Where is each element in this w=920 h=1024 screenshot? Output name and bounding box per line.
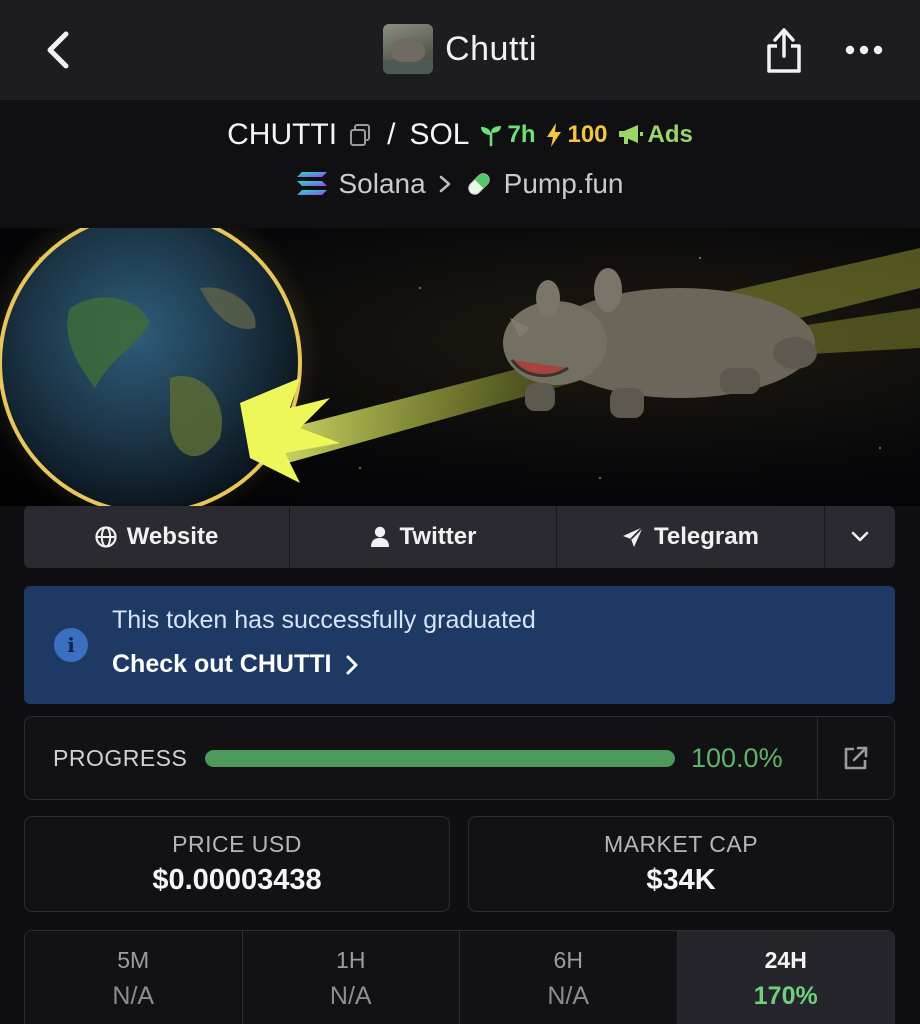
pair-base-symbol: CHUTTI — [227, 118, 338, 151]
age-badge: 7h — [479, 121, 535, 149]
copy-address-button[interactable] — [347, 122, 373, 148]
lightning-icon — [547, 123, 562, 147]
market-cap-card: MARKET CAP $34K — [468, 816, 894, 912]
chain-network-label: Solana — [338, 168, 426, 199]
dex-label: Pump.fun — [503, 168, 624, 199]
age-value: 7h — [507, 121, 536, 148]
twitter-link-button[interactable]: Twitter — [290, 506, 557, 568]
external-link-button[interactable] — [825, 735, 887, 781]
share-button[interactable] — [760, 24, 808, 76]
solana-icon — [297, 172, 328, 195]
tab-24h-value: 170% — [753, 982, 818, 1010]
dex-link[interactable]: Pump.fun — [464, 168, 624, 200]
globe-icon — [95, 526, 117, 548]
social-links-bar: Website Twitter Telegram — [24, 506, 895, 568]
chevron-right-icon — [346, 655, 358, 674]
tab-1h[interactable]: 1H N/A — [243, 931, 460, 1024]
tab-6h-value: N/A — [547, 982, 590, 1010]
ads-label: Ads — [647, 121, 693, 148]
copy-icon — [350, 124, 371, 146]
website-link-label: Website — [126, 523, 219, 550]
info-cta-link[interactable]: Check out CHUTTI — [112, 650, 359, 679]
ads-badge[interactable]: Ads — [618, 121, 693, 149]
megaphone-icon — [618, 125, 643, 144]
user-icon — [370, 526, 389, 547]
token-avatar — [383, 24, 434, 74]
telegram-link-button[interactable]: Telegram — [557, 506, 825, 568]
timeframe-change-tabs: 5M N/A 1H N/A 6H N/A 24H 170% — [24, 930, 895, 1024]
pill-icon — [467, 173, 490, 195]
nav-title: Chutti — [445, 29, 537, 68]
ellipsis-icon — [845, 45, 883, 55]
market-cap-label: MARKET CAP — [603, 831, 759, 857]
chain-breadcrumb: Solana Pump.fun — [0, 168, 920, 200]
chevron-right-icon — [439, 175, 450, 193]
token-banner-image — [0, 228, 920, 506]
info-icon: i — [54, 628, 88, 662]
send-icon — [623, 526, 644, 547]
website-link-button[interactable]: Website — [24, 506, 290, 568]
chevron-down-icon — [851, 531, 869, 542]
more-links-dropdown[interactable] — [825, 506, 895, 568]
info-message: This token has successfully graduated — [112, 606, 536, 634]
share-icon — [767, 28, 801, 73]
external-link-icon — [844, 746, 868, 770]
pair-quote-symbol: SOL — [409, 118, 470, 151]
more-options-button[interactable] — [840, 30, 888, 70]
boost-badge[interactable]: 100 — [545, 121, 608, 149]
tab-1h-label: 1H — [336, 947, 366, 973]
tab-6h-label: 6H — [553, 947, 583, 973]
seedling-icon — [481, 126, 502, 147]
pair-row: CHUTTI / SOL 7h 100 Ads — [0, 118, 920, 152]
tab-5m-value: N/A — [112, 982, 155, 1010]
tab-6h[interactable]: 6H N/A — [460, 931, 678, 1024]
price-usd-card: PRICE USD $0.00003438 — [24, 816, 450, 912]
info-cta-label: Check out CHUTTI — [112, 650, 332, 678]
progress-value: 100.0% — [691, 743, 783, 773]
progress-bar-fill — [205, 750, 675, 767]
top-nav-bar: Chutti — [0, 0, 920, 100]
progress-label: PROGRESS — [53, 745, 188, 771]
pair-separator: / — [387, 118, 396, 151]
twitter-link-label: Twitter — [399, 523, 477, 550]
boost-value: 100 — [567, 121, 608, 148]
price-usd-label: PRICE USD — [172, 831, 302, 857]
tab-5m-label: 5M — [117, 947, 150, 973]
tab-1h-value: N/A — [329, 982, 372, 1010]
chain-network-link[interactable]: Solana — [296, 168, 426, 200]
tab-24h[interactable]: 24H 170% — [677, 931, 894, 1024]
tab-5m[interactable]: 5M N/A — [25, 931, 243, 1024]
price-usd-value: $0.00003438 — [152, 864, 322, 896]
tab-24h-label: 24H — [764, 947, 807, 973]
market-cap-value: $34K — [646, 864, 716, 896]
token-header: CHUTTI / SOL 7h 100 Ads Solana Pump.fun — [0, 100, 920, 228]
progress-bar — [205, 750, 675, 767]
graduated-info-banner[interactable]: i This token has successfully graduated … — [24, 586, 895, 704]
telegram-link-label: Telegram — [654, 523, 759, 550]
bonding-progress-card: PROGRESS 100.0% — [24, 716, 895, 800]
